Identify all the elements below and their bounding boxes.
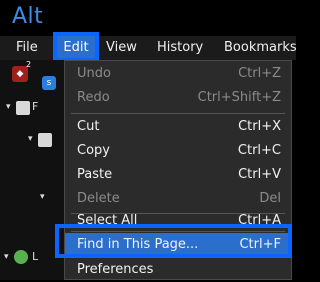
menu-history[interactable]: History	[157, 36, 203, 60]
folder-icon	[16, 101, 30, 115]
menu-item-label: Copy	[77, 143, 110, 158]
menu-item-cut[interactable]: Cut Ctrl+X	[65, 115, 291, 139]
expand-icon[interactable]: ▾	[28, 134, 33, 144]
menu-item-label: Cut	[77, 119, 100, 134]
menu-separator	[71, 231, 285, 232]
tree-row[interactable]: ▾	[0, 186, 64, 210]
menu-item-redo[interactable]: Redo Ctrl+Shift+Z	[65, 86, 291, 110]
menu-bar: File Edit View History Bookmarks	[0, 36, 297, 60]
menu-item-copy[interactable]: Copy Ctrl+C	[65, 139, 291, 163]
menu-item-shortcut: Ctrl+X	[238, 119, 281, 134]
s-extension-icon[interactable]: s	[42, 76, 56, 90]
menu-item-preferences[interactable]: Preferences	[65, 258, 291, 282]
menu-item-label: Redo	[77, 90, 110, 105]
menu-item-label: Delete	[77, 191, 120, 206]
tree-label: F	[32, 100, 39, 113]
menu-item-label: Undo	[77, 66, 111, 81]
menu-item-shortcut: Ctrl+F	[239, 237, 281, 252]
menu-item-shortcut: Ctrl+Shift+Z	[197, 90, 281, 105]
menu-view[interactable]: View	[106, 36, 137, 60]
menu-item-shortcut: Ctrl+V	[238, 167, 281, 182]
menu-item-delete[interactable]: Delete Del	[65, 187, 291, 211]
menu-separator	[71, 113, 285, 114]
expand-icon[interactable]: ▾	[40, 192, 45, 202]
sidebar-tree: ▾ F ▾ ▾ ▾ L	[0, 60, 64, 280]
menu-item-label: Find in This Page...	[77, 237, 199, 252]
tree-row[interactable]: ▾ L	[0, 246, 64, 270]
expand-icon[interactable]: ▾	[6, 102, 11, 112]
menu-item-select-all[interactable]: Select All Ctrl+A	[65, 209, 291, 233]
ublock-count-badge: 2	[26, 60, 32, 69]
menu-item-paste[interactable]: Paste Ctrl+V	[65, 163, 291, 187]
menu-edit[interactable]: Edit	[55, 36, 97, 60]
menu-item-shortcut: Ctrl+C	[237, 143, 281, 158]
tree-row[interactable]: ▾	[0, 128, 64, 152]
menu-item-shortcut: Ctrl+A	[238, 213, 281, 228]
tree-label: L	[32, 250, 39, 263]
green-icon	[14, 250, 28, 264]
menu-item-label: Preferences	[77, 262, 154, 277]
menu-item-shortcut: Ctrl+Z	[238, 66, 281, 81]
folder-icon	[38, 133, 52, 147]
menu-item-find-in-page[interactable]: Find in This Page... Ctrl+F	[65, 233, 291, 257]
menu-item-label: Paste	[77, 167, 113, 182]
tree-row[interactable]: ▾ F	[0, 96, 64, 120]
menu-file[interactable]: File	[16, 36, 38, 60]
expand-icon[interactable]: ▾	[4, 252, 9, 262]
menu-bookmarks[interactable]: Bookmarks	[224, 36, 297, 60]
edit-menu: Undo Ctrl+Z Redo Ctrl+Shift+Z Cut Ctrl+X…	[64, 60, 292, 280]
menu-item-label: Select All	[77, 213, 138, 228]
menu-item-undo[interactable]: Undo Ctrl+Z	[65, 62, 291, 86]
menu-item-shortcut: Del	[259, 191, 281, 206]
app-title: Alt	[12, 4, 44, 29]
